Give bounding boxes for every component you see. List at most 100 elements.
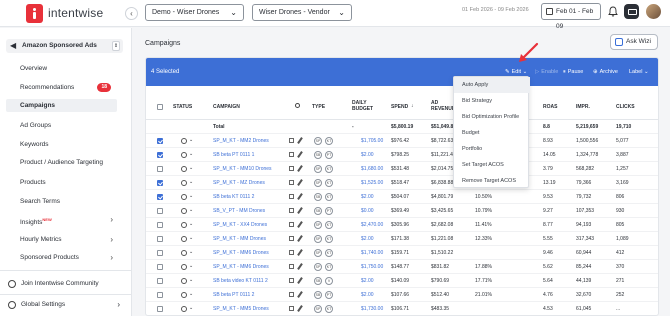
chevron-down-icon[interactable]: ⌄ bbox=[189, 207, 193, 213]
external-link-icon[interactable] bbox=[289, 166, 294, 171]
pause-button[interactable]: ⏸ Pause bbox=[563, 69, 583, 76]
search-icon[interactable] bbox=[295, 103, 300, 108]
external-link-icon[interactable] bbox=[289, 152, 294, 157]
chevron-down-icon[interactable]: ⌄ bbox=[189, 235, 193, 241]
label-button[interactable]: Label ⌄ bbox=[629, 69, 649, 75]
chevron-down-icon[interactable]: ⌄ bbox=[189, 193, 193, 199]
pencil-icon[interactable] bbox=[297, 305, 303, 312]
campaign-name-link[interactable]: SP_M_KT - MZ Drones bbox=[213, 180, 265, 186]
ask-wizi-button[interactable]: Ask Wizi bbox=[610, 34, 658, 50]
external-link-icon[interactable] bbox=[289, 208, 294, 213]
daily-budget-value[interactable]: $1,525.00 bbox=[361, 180, 383, 186]
pencil-icon[interactable] bbox=[297, 207, 303, 214]
daily-budget-value[interactable]: $1,705.00 bbox=[361, 138, 383, 144]
chevron-down-icon[interactable]: ⌄ bbox=[189, 263, 193, 269]
status-icon[interactable] bbox=[181, 138, 187, 144]
select-all-checkbox[interactable] bbox=[157, 104, 163, 110]
row-checkbox[interactable] bbox=[157, 250, 163, 256]
chevron-down-icon[interactable]: ⌄ bbox=[189, 249, 193, 255]
sidebar-item-campaigns[interactable]: Campaigns bbox=[6, 99, 117, 112]
row-checkbox[interactable] bbox=[157, 180, 163, 186]
menu-item-remove-target-acos[interactable]: Remove Target ACOS bbox=[454, 173, 530, 189]
sidebar-item-recommendations[interactable]: Recommendations 18 bbox=[6, 81, 117, 94]
row-checkbox[interactable] bbox=[157, 306, 163, 312]
join-community-link[interactable]: Join Intentwise Community bbox=[8, 278, 124, 290]
column-header-status[interactable]: STATUS bbox=[173, 104, 192, 110]
intentwise-logo-icon[interactable] bbox=[26, 4, 43, 23]
pencil-icon[interactable] bbox=[297, 291, 303, 298]
column-header-campaign[interactable]: CAMPAIGN bbox=[213, 104, 240, 110]
daily-budget-value[interactable]: $0.00 bbox=[361, 208, 374, 214]
menu-item-set-target-acos[interactable]: Set Target ACOS bbox=[454, 157, 530, 173]
status-icon[interactable] bbox=[181, 250, 187, 256]
bell-icon[interactable] bbox=[608, 6, 618, 17]
avatar[interactable] bbox=[646, 4, 661, 19]
table-row[interactable]: ⌄ SP_M_KT - MM Drones SP KT $2.00 $171.38 $1,2… bbox=[146, 232, 658, 246]
sort-down-icon[interactable]: ↓ bbox=[411, 103, 414, 109]
status-icon[interactable] bbox=[181, 236, 187, 242]
table-row[interactable]: ⌄ SP_M_KT - MM5 Drones SP KT $1,730.00 $106.7… bbox=[146, 302, 658, 315]
table-row[interactable]: ⌄ SP_M_KT - XX4 Drones SP KT $2,470.00 $305.9… bbox=[146, 218, 658, 232]
campaign-name-link[interactable]: SB beta PT 0111 2 bbox=[213, 292, 254, 298]
pencil-icon[interactable] bbox=[297, 235, 303, 242]
row-checkbox[interactable] bbox=[157, 166, 163, 172]
campaign-name-link[interactable]: SP_M_KT - XX4 Drones bbox=[213, 222, 267, 228]
pencil-icon[interactable] bbox=[297, 165, 303, 172]
chevron-down-icon[interactable]: ⌄ bbox=[189, 151, 193, 157]
external-link-icon[interactable] bbox=[289, 194, 294, 199]
table-row[interactable]: ⌄ SB beta PT 0111 2 SB PT $2.00 $107.66 $512.4… bbox=[146, 288, 658, 302]
status-icon[interactable] bbox=[181, 180, 187, 186]
status-icon[interactable] bbox=[181, 208, 187, 214]
daily-budget-value[interactable]: $1,680.00 bbox=[361, 166, 383, 172]
row-checkbox[interactable] bbox=[157, 208, 163, 214]
daily-budget-value[interactable]: $2.00 bbox=[361, 194, 374, 200]
status-icon[interactable] bbox=[181, 222, 187, 228]
pencil-icon[interactable] bbox=[297, 179, 303, 186]
menu-item-bid-optimization-profile[interactable]: Bid Optimization Profile bbox=[454, 109, 530, 125]
chevron-down-icon[interactable]: ⌄ bbox=[189, 179, 193, 185]
campaign-name-link[interactable]: SB beta video KT 0111 2 bbox=[213, 278, 268, 284]
row-checkbox[interactable] bbox=[157, 278, 163, 284]
chevron-down-icon[interactable]: ⌄ bbox=[189, 291, 193, 297]
row-checkbox[interactable] bbox=[157, 138, 163, 144]
campaign-name-link[interactable]: SB beta PT 0111 1 bbox=[213, 152, 254, 158]
sidebar-item-product-audience-targeting[interactable]: Product / Audience Targeting bbox=[6, 156, 117, 169]
external-link-icon[interactable] bbox=[289, 250, 294, 255]
sidebar-item-products[interactable]: Products bbox=[6, 176, 117, 189]
table-row[interactable]: ⌄ SB_V_PT - MM Drones SB PT $0.00 $369.49 $3,4… bbox=[146, 204, 658, 218]
campaign-name-link[interactable]: SP_M_KT - MM6 Drones bbox=[213, 264, 269, 270]
daily-budget-value[interactable]: $2.00 bbox=[361, 236, 374, 242]
sidebar-item-search-terms[interactable]: Search Terms bbox=[6, 195, 117, 208]
status-icon[interactable] bbox=[181, 166, 187, 172]
status-icon[interactable] bbox=[181, 194, 187, 200]
campaign-name-link[interactable]: SB_V_PT - MM Drones bbox=[213, 208, 265, 214]
chevron-down-icon[interactable]: ⌄ bbox=[189, 137, 193, 143]
pencil-icon[interactable] bbox=[297, 221, 303, 228]
daily-budget-value[interactable]: $1,730.00 bbox=[361, 306, 383, 312]
pencil-icon[interactable] bbox=[297, 137, 303, 144]
external-link-icon[interactable] bbox=[289, 292, 294, 297]
row-checkbox[interactable] bbox=[157, 194, 163, 200]
menu-item-budget[interactable]: Budget bbox=[454, 125, 530, 141]
external-link-icon[interactable] bbox=[289, 138, 294, 143]
table-row[interactable]: ⌄ SP_M_KT - MM6 Drones SP KT $1,740.00 $159.7… bbox=[146, 246, 658, 260]
row-checkbox[interactable] bbox=[157, 292, 163, 298]
campaign-name-link[interactable]: SB beta KT 0111 2 bbox=[213, 194, 254, 200]
chevron-down-icon[interactable]: ⌄ bbox=[189, 165, 193, 171]
external-link-icon[interactable] bbox=[289, 306, 294, 311]
external-link-icon[interactable] bbox=[289, 180, 294, 185]
menu-item-portfolio[interactable]: Portfolio bbox=[454, 141, 530, 157]
sidebar-item-insights[interactable]: InsightsNEW › bbox=[6, 213, 117, 226]
campaign-name-link[interactable]: SP_M_KT - MM2 Drones bbox=[213, 138, 269, 144]
sidebar-item-overview[interactable]: Overview bbox=[6, 62, 117, 75]
column-header-spend[interactable]: SPEND bbox=[391, 104, 408, 110]
row-checkbox[interactable] bbox=[157, 236, 163, 242]
external-link-icon[interactable] bbox=[289, 222, 294, 227]
profile-select[interactable]: Wiser Drones - Vendor ⌄ bbox=[252, 4, 352, 21]
external-link-icon[interactable] bbox=[289, 264, 294, 269]
table-row[interactable]: ⌄ SP_M_KT - MM6 Drones SP KT $1,750.00 $148.7… bbox=[146, 260, 658, 274]
status-icon[interactable] bbox=[181, 152, 187, 158]
status-icon[interactable] bbox=[181, 278, 187, 284]
campaign-name-link[interactable]: SP_M_KT - MM5 Drones bbox=[213, 306, 269, 312]
row-checkbox[interactable] bbox=[157, 264, 163, 270]
